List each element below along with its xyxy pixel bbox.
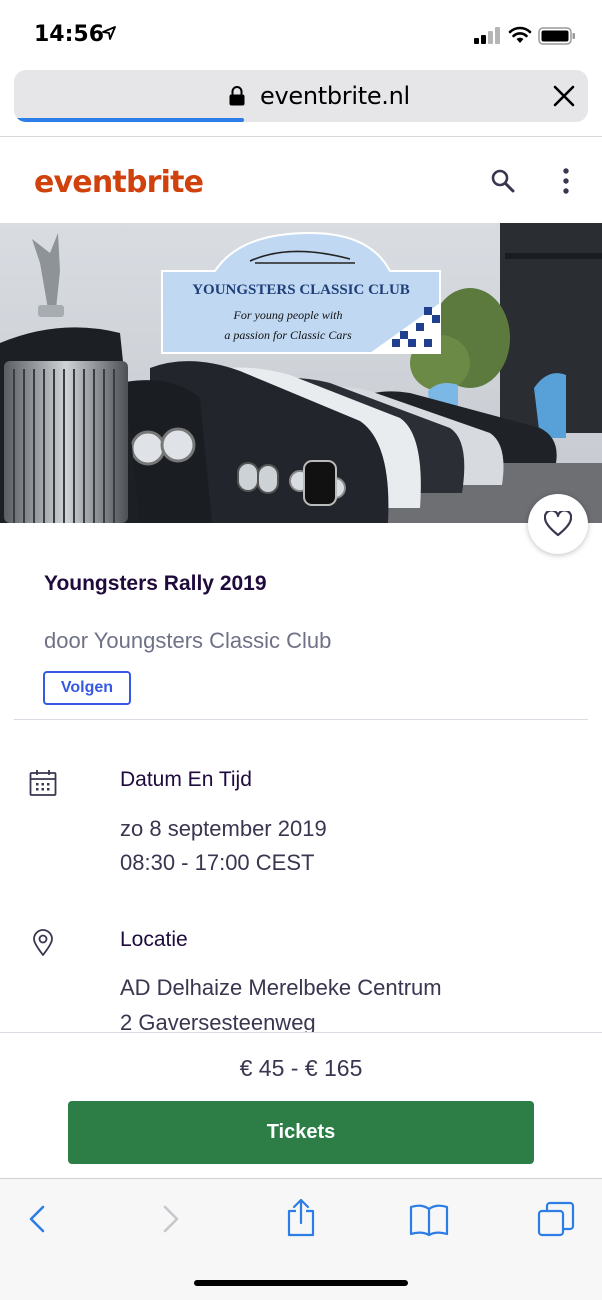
price-range: € 45 - € 165 (239, 1055, 363, 1081)
date-heading: Datum En Tijd (120, 768, 252, 791)
event-date: zo 8 september 2019 (120, 816, 327, 841)
battery-icon (538, 27, 575, 45)
location-arrow-icon (102, 26, 116, 40)
chevron-left-icon[interactable] (26, 1201, 48, 1237)
location-heading: Locatie (120, 928, 188, 951)
organizer-name[interactable]: door Youngsters Classic Club (44, 628, 331, 654)
book-icon[interactable] (409, 1203, 449, 1237)
tickets-button[interactable]: Tickets (68, 1101, 534, 1164)
banner-tagline-2: a passion for Classic Cars (224, 328, 352, 342)
banner-title: YOUNGSTERS CLASSIC CLUB (192, 282, 410, 298)
event-time: 08:30 - 17:00 CEST (120, 850, 315, 875)
lock-icon (229, 86, 245, 106)
heart-icon (544, 511, 572, 537)
eventbrite-logo[interactable]: eventbrite (34, 165, 204, 200)
hero-photo: YOUNGSTERS CLASSIC CLUB For young people… (0, 223, 602, 523)
wifi-icon (508, 26, 532, 43)
cellular-signal-icon (474, 27, 500, 44)
status-time: 14:56 (34, 22, 105, 47)
banner-tagline-1: For young people with (233, 308, 343, 322)
event-title: Youngsters Rally 2019 (44, 572, 267, 595)
share-icon[interactable] (285, 1197, 317, 1237)
address-bar[interactable]: eventbrite.nl (14, 70, 588, 122)
chevron-right-icon[interactable] (160, 1201, 182, 1237)
tabs-icon[interactable] (537, 1201, 575, 1239)
status-bar: 14:56 (0, 0, 602, 70)
home-indicator (194, 1280, 408, 1286)
site-header: eventbrite (0, 137, 602, 223)
like-button[interactable] (528, 494, 588, 554)
url-text[interactable]: eventbrite.nl (260, 82, 410, 110)
calendar-icon (29, 770, 57, 796)
event-hero-image: YOUNGSTERS CLASSIC CLUB For young people… (0, 223, 602, 523)
ticket-panel: € 45 - € 165 Tickets (0, 1032, 602, 1178)
page-load-progress (14, 118, 244, 122)
follow-button[interactable]: Volgen (43, 671, 131, 705)
search-icon[interactable] (490, 168, 516, 194)
close-icon[interactable] (553, 85, 575, 107)
map-pin-icon (33, 929, 53, 956)
venue-name: AD Delhaize Merelbeke Centrum (120, 975, 442, 1000)
section-divider (14, 719, 588, 720)
more-vertical-icon[interactable] (560, 167, 572, 195)
